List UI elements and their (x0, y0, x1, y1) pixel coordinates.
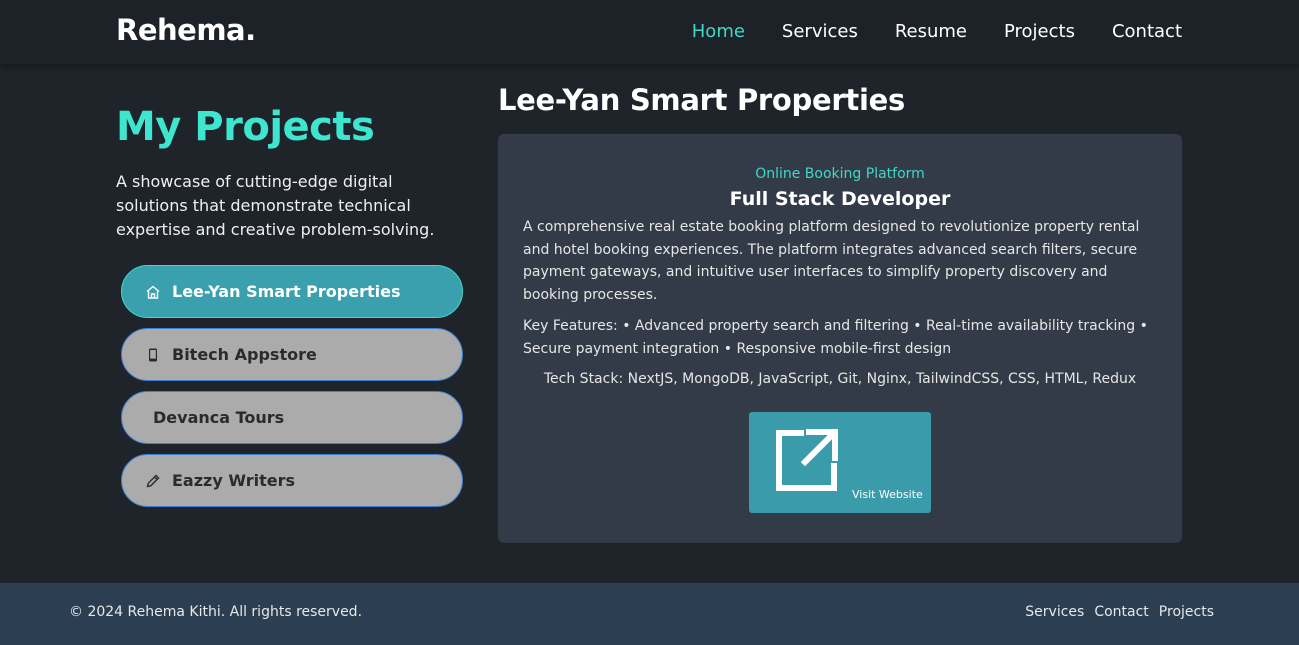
project-button-label: Devanca Tours (153, 408, 285, 427)
project-role: Full Stack Developer (729, 188, 951, 210)
project-card: Online Booking Platform Full Stack Devel… (498, 134, 1182, 543)
footer-links: Services Contact Projects (1015, 604, 1214, 620)
home-icon (144, 283, 162, 301)
visit-website-button[interactable]: Visit Website (749, 412, 931, 513)
external-link-icon (773, 426, 841, 494)
project-button-label: Eazzy Writers (172, 471, 296, 490)
project-button-eazzy[interactable]: Eazzy Writers (121, 454, 463, 507)
site-logo[interactable]: Rehema. (116, 13, 256, 47)
project-category: Online Booking Platform (755, 166, 925, 182)
footer-link-contact[interactable]: Contact (1094, 604, 1148, 620)
main-nav: Home Services Resume Projects Contact (655, 20, 1182, 44)
footer-link-projects[interactable]: Projects (1159, 604, 1214, 620)
visit-website-label: Visit Website (852, 488, 923, 501)
footer-link-services[interactable]: Services (1025, 604, 1084, 620)
project-description: A comprehensive real estate booking plat… (523, 219, 1140, 303)
footer-copyright: © 2024 Rehema Kithi. All rights reserved… (69, 604, 363, 620)
pencil-icon (144, 472, 162, 490)
nav-resume[interactable]: Resume (895, 20, 967, 44)
mobile-icon (144, 346, 162, 364)
project-button-devanca[interactable]: Devanca Tours (121, 391, 463, 444)
project-title: Lee-Yan Smart Properties (498, 83, 905, 117)
page-title: My Projects (116, 104, 375, 150)
project-button-label: Bitech Appstore (172, 345, 317, 364)
page-description: A showcase of cutting-edge digital solut… (116, 172, 435, 239)
nav-services[interactable]: Services (782, 20, 858, 44)
project-button-label: Lee-Yan Smart Properties (172, 282, 401, 301)
nav-projects[interactable]: Projects (1004, 20, 1075, 44)
project-features: Key Features: • Advanced property search… (523, 318, 1148, 357)
project-button-lee-yan[interactable]: Lee-Yan Smart Properties (121, 265, 463, 318)
project-button-bitech[interactable]: Bitech Appstore (121, 328, 463, 381)
nav-home[interactable]: Home (692, 20, 745, 44)
top-navbar: Rehema. Home Services Resume Projects Co… (0, 0, 1299, 64)
footer: © 2024 Rehema Kithi. All rights reserved… (0, 583, 1299, 645)
project-tech-stack: Tech Stack: NextJS, MongoDB, JavaScript,… (543, 371, 1137, 387)
nav-contact[interactable]: Contact (1112, 20, 1182, 44)
